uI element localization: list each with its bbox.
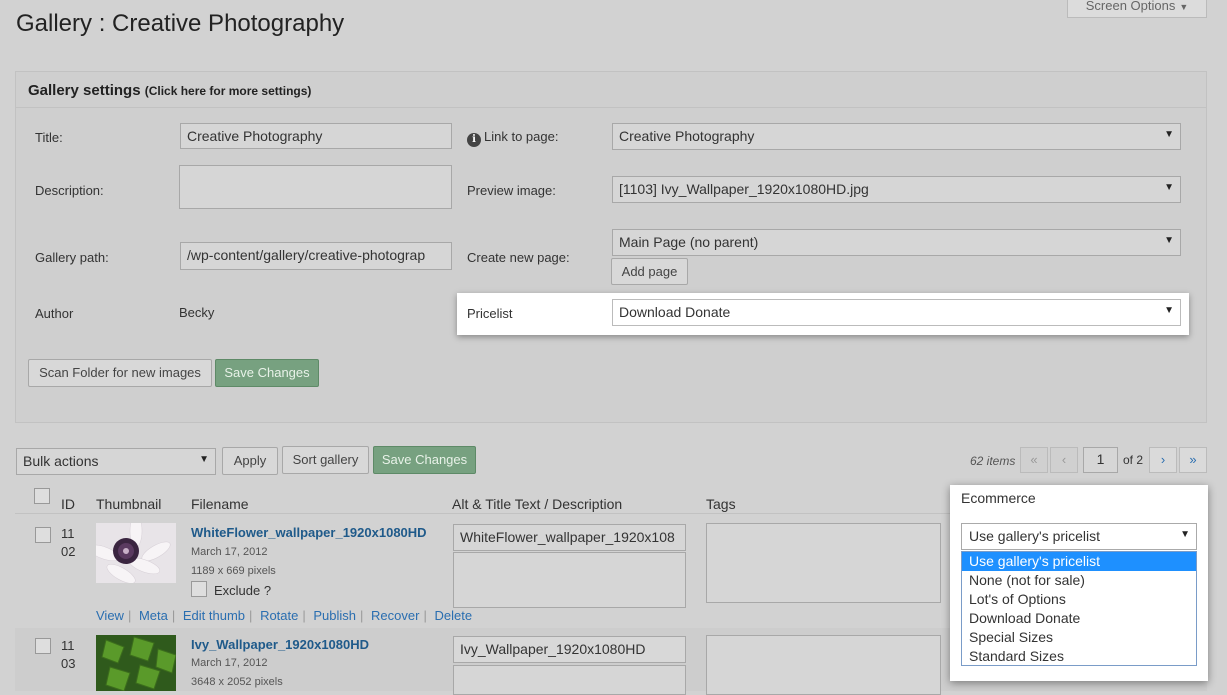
pricelist-row: Pricelist Download Donate ▼	[457, 293, 1189, 335]
screen-options-label: Screen Options	[1085, 0, 1176, 13]
save-changes-button[interactable]: Save Changes	[215, 359, 319, 387]
row-id-part1: 11	[61, 638, 75, 653]
caret-down-icon: ▼	[1164, 182, 1174, 193]
row-date: March 17, 2012	[191, 546, 268, 558]
title-input[interactable]: Creative Photography	[180, 123, 452, 149]
ecommerce-pricelist-select[interactable]: Use gallery's pricelist ▼	[961, 523, 1197, 550]
ecommerce-selected-value: Use gallery's pricelist	[969, 528, 1101, 544]
ecommerce-panel: Ecommerce Use gallery's pricelist ▼ Use …	[950, 485, 1208, 681]
whiteflower-thumbnail[interactable]	[96, 523, 176, 583]
description-textarea[interactable]	[453, 552, 686, 608]
tags-textarea[interactable]	[706, 635, 941, 695]
caret-down-icon: ▼	[1179, 2, 1189, 12]
option-lots-of-options[interactable]: Lot's of Options	[962, 590, 1196, 609]
caret-down-icon: ▼	[1164, 129, 1174, 140]
preview-image-select[interactable]: [1103] Ivy_Wallpaper_1920x1080HD.jpg ▼	[612, 176, 1181, 203]
select-all-checkbox[interactable]	[34, 488, 50, 504]
prev-page-button[interactable]: ‹	[1050, 447, 1078, 473]
page-total: of 2	[1123, 453, 1144, 467]
option-standard-sizes[interactable]: Standard Sizes	[962, 647, 1196, 666]
row-checkbox[interactable]	[35, 527, 51, 543]
save-changes-toolbar-button[interactable]: Save Changes	[373, 446, 476, 474]
exclude-checkbox[interactable]	[191, 581, 207, 597]
column-alt-title: Alt & Title Text / Description	[452, 496, 623, 512]
row-actions: View | Meta | Edit thumb | Rotate | Publish |…	[96, 608, 473, 623]
link-to-page-value: Creative Photography	[619, 128, 755, 144]
tags-textarea[interactable]	[706, 523, 941, 603]
gallery-settings-hint[interactable]: (Click here for more settings)	[145, 84, 312, 98]
edit-thumb-link[interactable]: Edit thumb	[183, 608, 245, 623]
caret-down-icon: ▼	[199, 454, 209, 465]
row-dimensions: 1189 x 669 pixels	[191, 565, 276, 577]
row-checkbox[interactable]	[35, 638, 51, 654]
row-id-part2: 02	[61, 544, 76, 559]
row-dimensions: 3648 x 2052 pixels	[191, 676, 283, 688]
description-textarea[interactable]	[179, 165, 452, 209]
column-filename[interactable]: Filename	[191, 496, 249, 512]
row-filename[interactable]: WhiteFlower_wallpaper_1920x1080HD	[191, 525, 427, 540]
sort-gallery-button[interactable]: Sort gallery	[282, 446, 369, 474]
gallery-path-input[interactable]: /wp-content/gallery/creative-photograp	[180, 242, 452, 270]
pricelist-label: Pricelist	[467, 306, 513, 321]
preview-image-value: [1103] Ivy_Wallpaper_1920x1080HD.jpg	[619, 181, 869, 197]
author-label: Author	[35, 306, 74, 321]
row-date: March 17, 2012	[191, 657, 268, 669]
publish-link[interactable]: Publish	[313, 608, 356, 623]
meta-link[interactable]: Meta	[139, 608, 168, 623]
last-page-button[interactable]: »	[1179, 447, 1207, 473]
option-use-gallery-pricelist[interactable]: Use gallery's pricelist	[962, 552, 1196, 571]
column-thumbnail: Thumbnail	[96, 496, 162, 512]
recover-link[interactable]: Recover	[371, 608, 419, 623]
gallery-settings-header[interactable]: Gallery settings (Click here for more se…	[16, 72, 1206, 108]
next-page-button[interactable]: ›	[1149, 447, 1177, 473]
rotate-link[interactable]: Rotate	[260, 608, 298, 623]
bulk-actions-select[interactable]: Bulk actions ▼	[16, 448, 216, 475]
alt-text-input[interactable]: WhiteFlower_wallpaper_1920x108	[453, 524, 686, 551]
author-value: Becky	[179, 305, 215, 320]
option-none[interactable]: None (not for sale)	[962, 571, 1196, 590]
row-id-part1: 11	[61, 526, 75, 541]
alt-text-input[interactable]: Ivy_Wallpaper_1920x1080HD	[453, 636, 686, 663]
column-tags: Tags	[706, 496, 736, 512]
bulk-actions-value: Bulk actions	[23, 453, 99, 469]
first-page-button[interactable]: «	[1020, 447, 1048, 473]
view-link[interactable]: View	[96, 608, 124, 623]
create-new-page-select[interactable]: Main Page (no parent) ▼	[612, 229, 1181, 256]
description-label: Description:	[35, 183, 104, 198]
ecommerce-dropdown-list: Use gallery's pricelist None (not for sa…	[961, 551, 1197, 666]
link-to-page-label: i Link to page:	[467, 129, 558, 147]
link-to-page-text: Link to page:	[484, 129, 559, 144]
create-new-page-label: Create new page:	[467, 250, 570, 265]
row-id-part2: 03	[61, 656, 76, 671]
create-new-page-value: Main Page (no parent)	[619, 234, 759, 250]
apply-button[interactable]: Apply	[222, 447, 278, 475]
screen-options-button[interactable]: Screen Options ▼	[1067, 0, 1207, 18]
info-icon[interactable]: i	[467, 133, 481, 147]
title-label: Title:	[35, 130, 63, 145]
gallery-path-label: Gallery path:	[35, 250, 109, 265]
link-to-page-select[interactable]: Creative Photography ▼	[612, 123, 1181, 150]
option-download-donate[interactable]: Download Donate	[962, 609, 1196, 628]
current-page-input[interactable]: 1	[1083, 447, 1118, 473]
page-title: Gallery : Creative Photography	[16, 10, 345, 37]
pricelist-value: Download Donate	[619, 304, 731, 320]
exclude-label: Exclude ?	[214, 583, 272, 598]
add-page-button[interactable]: Add page	[611, 258, 688, 285]
preview-image-label: Preview image:	[467, 183, 556, 198]
caret-down-icon: ▼	[1164, 305, 1174, 316]
ivy-thumbnail[interactable]	[96, 635, 176, 691]
row-filename[interactable]: Ivy_Wallpaper_1920x1080HD	[191, 637, 369, 652]
column-id[interactable]: ID	[61, 496, 75, 512]
caret-down-icon: ▼	[1164, 235, 1174, 246]
item-count: 62 items	[970, 454, 1016, 468]
option-special-sizes[interactable]: Special Sizes	[962, 628, 1196, 647]
gallery-settings-title: Gallery settings	[28, 82, 141, 99]
caret-down-icon: ▼	[1180, 529, 1190, 540]
column-ecommerce: Ecommerce	[961, 490, 1036, 506]
scan-folder-button[interactable]: Scan Folder for new images	[28, 359, 212, 387]
delete-link[interactable]: Delete	[434, 608, 472, 623]
pricelist-select[interactable]: Download Donate ▼	[612, 299, 1181, 326]
